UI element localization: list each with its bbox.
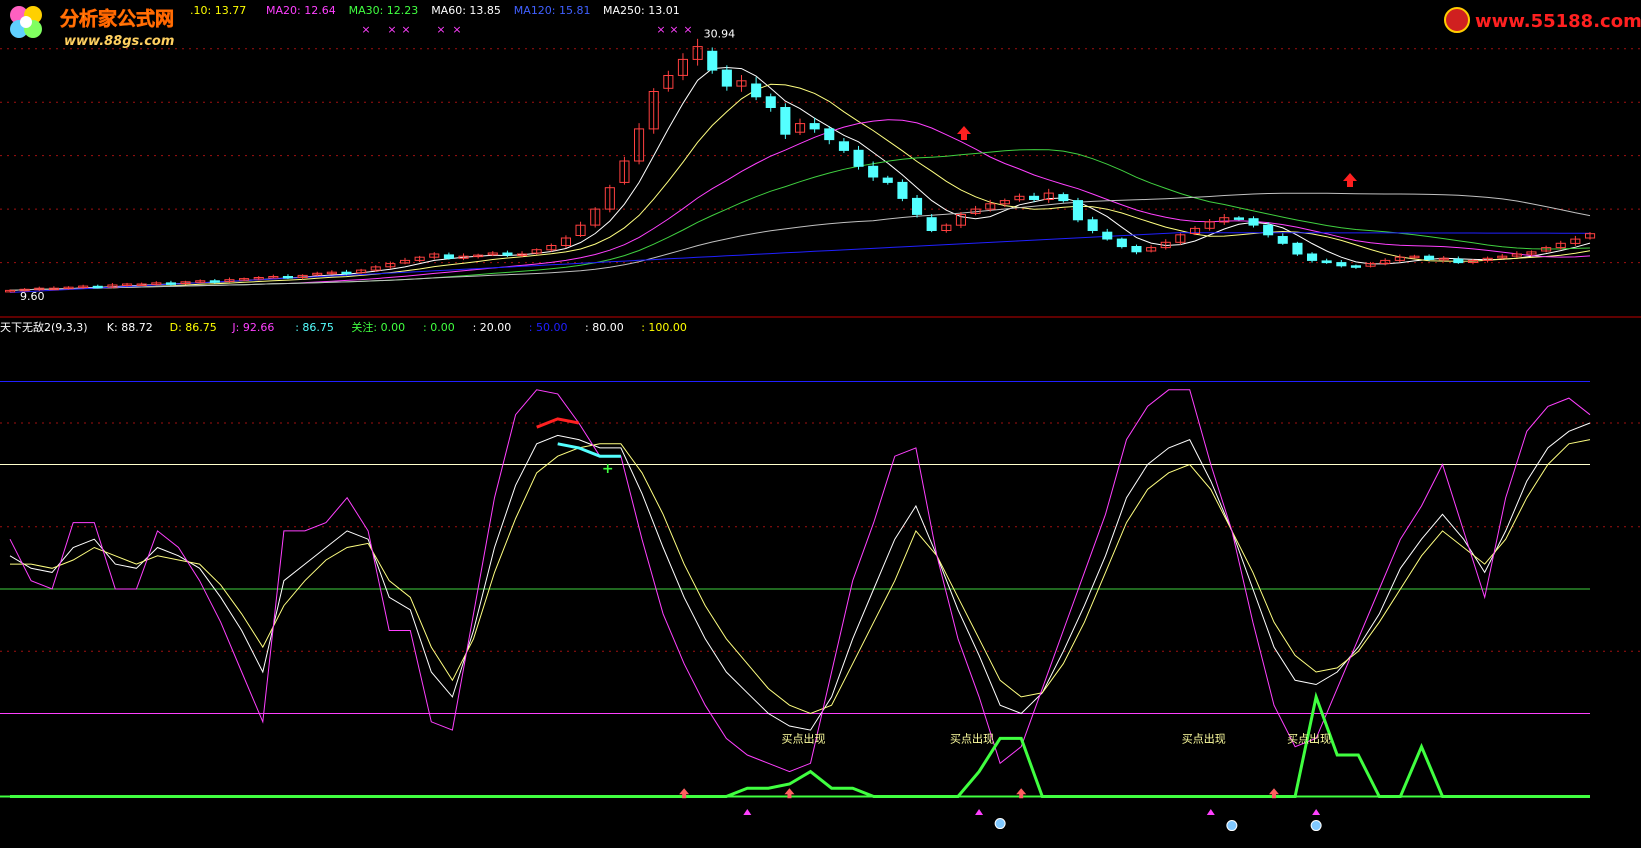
candle-body bbox=[721, 69, 732, 87]
candle-body bbox=[838, 141, 850, 151]
buy-signal-label: 买点出现 bbox=[781, 732, 825, 746]
indicator-legend-item: D: 86.75 bbox=[170, 321, 217, 334]
candle-body bbox=[1350, 265, 1362, 268]
indicator-legend-item: : 50.00 bbox=[529, 321, 568, 334]
indicator-legend-item: : 80.00 bbox=[585, 321, 624, 334]
candle-body bbox=[1072, 200, 1084, 221]
candle-body bbox=[707, 50, 718, 71]
indicator-legend-item: : 100.00 bbox=[641, 321, 687, 334]
candle-body bbox=[824, 128, 835, 141]
x-marker-icon: × bbox=[452, 23, 461, 36]
buy-signal-label: 买点出现 bbox=[1287, 732, 1331, 746]
price-legend-item: MA20: 12.64 bbox=[266, 4, 336, 17]
indicator-legend-item: : 86.75 bbox=[295, 321, 334, 334]
candle-body bbox=[282, 276, 293, 279]
x-marker-icon: × bbox=[436, 23, 445, 36]
candle-body bbox=[1292, 242, 1303, 255]
x-marker-icon: × bbox=[683, 23, 692, 36]
x-marker-icon: × bbox=[669, 23, 678, 36]
candle-body bbox=[1131, 246, 1142, 253]
globe-logo-icon bbox=[1444, 7, 1470, 33]
indicator-legend-item: 关注: 0.00 bbox=[351, 320, 405, 334]
candle-body bbox=[1321, 260, 1332, 264]
candle-body bbox=[868, 165, 879, 178]
buy-signal-label: 买点出现 bbox=[1182, 732, 1226, 746]
candle-body bbox=[926, 217, 937, 231]
candle-body bbox=[1248, 218, 1259, 226]
candle-body bbox=[1263, 224, 1274, 236]
candle-body bbox=[92, 285, 103, 289]
indicator-legend-item: J: 92.66 bbox=[231, 321, 274, 334]
candle-body bbox=[780, 107, 791, 135]
watermark-title: 分析家公式网 bbox=[60, 7, 174, 30]
low-price-label: 9.60 bbox=[20, 290, 45, 303]
candle-body bbox=[1453, 258, 1464, 264]
candle-body bbox=[1277, 236, 1288, 244]
blue-dot-icon bbox=[1226, 820, 1238, 832]
x-marker-icon: × bbox=[656, 23, 665, 36]
x-marker-icon: × bbox=[387, 23, 396, 36]
candle-body bbox=[912, 197, 923, 215]
candle-body bbox=[897, 181, 908, 199]
candle-body bbox=[809, 123, 820, 130]
plus-marker-icon: + bbox=[602, 461, 614, 477]
candle-body bbox=[1087, 219, 1098, 232]
stock-chart: × × × × × × × × 30.94 9.60 .10: 13.77 MA20: 12.6… bbox=[0, 0, 1641, 848]
x-marker-icon: × bbox=[401, 23, 410, 36]
candle-body bbox=[1307, 253, 1318, 261]
buy-signal-label: 买点出现 bbox=[950, 732, 994, 746]
indicator-legend-item: : 20.00 bbox=[473, 321, 512, 334]
candle-body bbox=[341, 271, 352, 275]
candle-body bbox=[1029, 195, 1040, 201]
watermark-right-url: www.55188.com bbox=[1475, 11, 1641, 32]
price-legend-item: .10: 13.77 bbox=[190, 4, 246, 17]
high-price-label: 30.94 bbox=[704, 28, 736, 41]
price-legend-item: MA250: 13.01 bbox=[603, 4, 680, 17]
candle-body bbox=[502, 252, 513, 256]
candle-body bbox=[443, 254, 454, 259]
indicator-legend-item: 天下无敌2(9,3,3) bbox=[0, 320, 88, 334]
candle-body bbox=[1116, 238, 1127, 248]
flower-logo-icon bbox=[10, 6, 42, 38]
indicator-legend-item: : 0.00 bbox=[423, 321, 455, 334]
candle-body bbox=[1233, 217, 1245, 220]
x-marker-icon: × bbox=[361, 23, 370, 36]
price-legend-item: MA120: 15.81 bbox=[514, 4, 591, 17]
candle-body bbox=[1336, 262, 1347, 267]
blue-dot-icon bbox=[1310, 820, 1322, 832]
candle-body bbox=[853, 149, 864, 167]
price-legend-item: MA30: 12.23 bbox=[349, 4, 419, 17]
candle-body bbox=[1424, 255, 1435, 260]
candle-body bbox=[1102, 231, 1113, 240]
candle-body bbox=[165, 282, 176, 285]
indicator-legend-item: K: 88.72 bbox=[107, 321, 153, 334]
candle-body bbox=[1058, 194, 1069, 202]
watermark-right: www.55188.com bbox=[1444, 7, 1641, 33]
candle-body bbox=[765, 96, 776, 109]
blue-dot-icon bbox=[994, 818, 1006, 830]
candle-body bbox=[882, 177, 893, 183]
candle-body bbox=[209, 280, 220, 283]
candle-body bbox=[751, 83, 762, 98]
price-legend-item: MA60: 13.85 bbox=[431, 4, 501, 17]
watermark-url: www.88gs.com bbox=[64, 34, 174, 49]
